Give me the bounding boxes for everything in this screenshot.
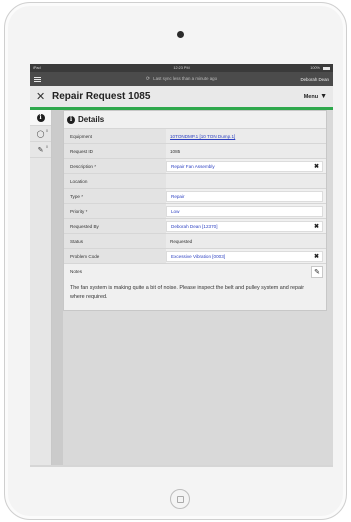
field-label: Status (64, 234, 166, 248)
home-button[interactable] (170, 489, 190, 509)
requested-by-input[interactable]: Deborah Dean [12370] ✖ (166, 220, 323, 232)
field-status: Status Requested (64, 233, 326, 248)
field-requested-by: Requested By Deborah Dean [12370] ✖ (64, 218, 326, 233)
menu-label: Menu (303, 93, 319, 100)
clear-description-icon[interactable]: ✖ (314, 163, 319, 170)
caret-down-icon: ▼ (320, 93, 327, 100)
description-input[interactable]: Repair Fan Assembly ✖ (166, 160, 323, 172)
sync-icon[interactable]: ⟳ (146, 76, 150, 82)
app-screen: iPad 12:23 PM 100% ⟳ Last sync less than … (30, 64, 333, 467)
status-bar: iPad 12:23 PM 100% (30, 64, 333, 72)
clear-problem-code-icon[interactable]: ✖ (314, 253, 319, 260)
tab-details[interactable]: i (30, 110, 51, 126)
field-description: Description * Repair Fan Assembly ✖ (64, 158, 326, 173)
field-label: Location (64, 174, 166, 188)
ipad-frame: iPad 12:23 PM 100% ⟳ Last sync less than … (4, 2, 347, 520)
description-value: Repair Fan Assembly (171, 163, 215, 169)
carrier-label: iPad (33, 66, 41, 70)
details-heading: i Details (64, 111, 326, 128)
priority-value: Low (171, 208, 180, 214)
field-priority: Priority * Low (64, 203, 326, 218)
tab-comments[interactable]: ◯ 0 (30, 126, 51, 142)
info-icon: i (36, 113, 45, 122)
battery-indicator: 100% (310, 66, 330, 70)
field-label: Priority * (64, 204, 166, 218)
field-label: Problem Code (64, 249, 166, 263)
type-value: Repair (171, 193, 185, 199)
tools-icon: ✕ (36, 91, 46, 103)
front-camera (177, 31, 184, 38)
notes-header: Notes ✎ (64, 263, 326, 279)
equipment-link[interactable]: 10TONDMP.1 [10 TON Dump.1] (166, 129, 326, 143)
details-title: Details (78, 115, 105, 124)
field-label: Request ID (64, 144, 166, 158)
app-bar: ⟳ Last sync less than a minute ago Debora… (30, 72, 333, 86)
notes-text: The fan system is making quite a bit of … (70, 285, 305, 300)
menu-button[interactable]: Menu ▼ (304, 93, 327, 100)
battery-icon (323, 66, 330, 70)
status-value: Requested (166, 234, 326, 248)
info-icon: i (67, 115, 75, 124)
edit-notes-button[interactable]: ✎ (311, 265, 323, 278)
details-panel: i Details Equipment 10TONDMP.1 [10 TON D… (63, 110, 327, 311)
left-gutter (52, 110, 63, 465)
field-label: Description * (64, 159, 166, 173)
pencil-icon: ✎ (314, 268, 320, 276)
field-equipment: Equipment 10TONDMP.1 [10 TON Dump.1] (64, 128, 326, 143)
requested-by-value: Deborah Dean [12370] (171, 223, 218, 229)
side-tabs: i ◯ 0 ✎ 0 (30, 110, 52, 465)
battery-percent: 100% (310, 66, 320, 70)
comment-icon: ◯ (36, 130, 45, 138)
type-input[interactable]: Repair (166, 190, 323, 202)
field-type: Type * Repair (64, 188, 326, 203)
problem-code-value: Excessive Vibration [0003] (171, 253, 226, 259)
page-title: Repair Request 1085 (52, 91, 151, 102)
field-problem-code: Problem Code Excessive Vibration [0003] … (64, 248, 326, 263)
field-label: Type * (64, 189, 166, 203)
field-location: Location (64, 173, 326, 188)
page-header: ✕ Repair Request 1085 Menu ▼ (30, 86, 333, 110)
comment-count: 0 (46, 129, 48, 133)
tab-attachments[interactable]: ✎ 0 (30, 142, 51, 158)
clear-requested-by-icon[interactable]: ✖ (314, 223, 319, 230)
main-body: i ◯ 0 ✎ 0 i Details Equipment 10TONDMP.1… (30, 110, 333, 465)
home-square-icon (177, 496, 184, 503)
attachment-count: 0 (46, 145, 48, 149)
field-label: Equipment (64, 129, 166, 143)
notes-label: Notes (70, 269, 83, 274)
field-request-id: Request ID 1085 (64, 143, 326, 158)
field-label: Requested By (64, 219, 166, 233)
clock: 12:23 PM (173, 66, 190, 70)
priority-input[interactable]: Low (166, 205, 323, 217)
problem-code-input[interactable]: Excessive Vibration [0003] ✖ (166, 250, 323, 262)
location-value[interactable] (166, 174, 326, 188)
request-id-value: 1085 (166, 144, 326, 158)
sync-status: ⟳ Last sync less than a minute ago (30, 76, 333, 82)
attachment-icon: ✎ (37, 146, 44, 154)
content-area: i Details Equipment 10TONDMP.1 [10 TON D… (63, 110, 333, 465)
sync-text: Last sync less than a minute ago (153, 76, 218, 81)
